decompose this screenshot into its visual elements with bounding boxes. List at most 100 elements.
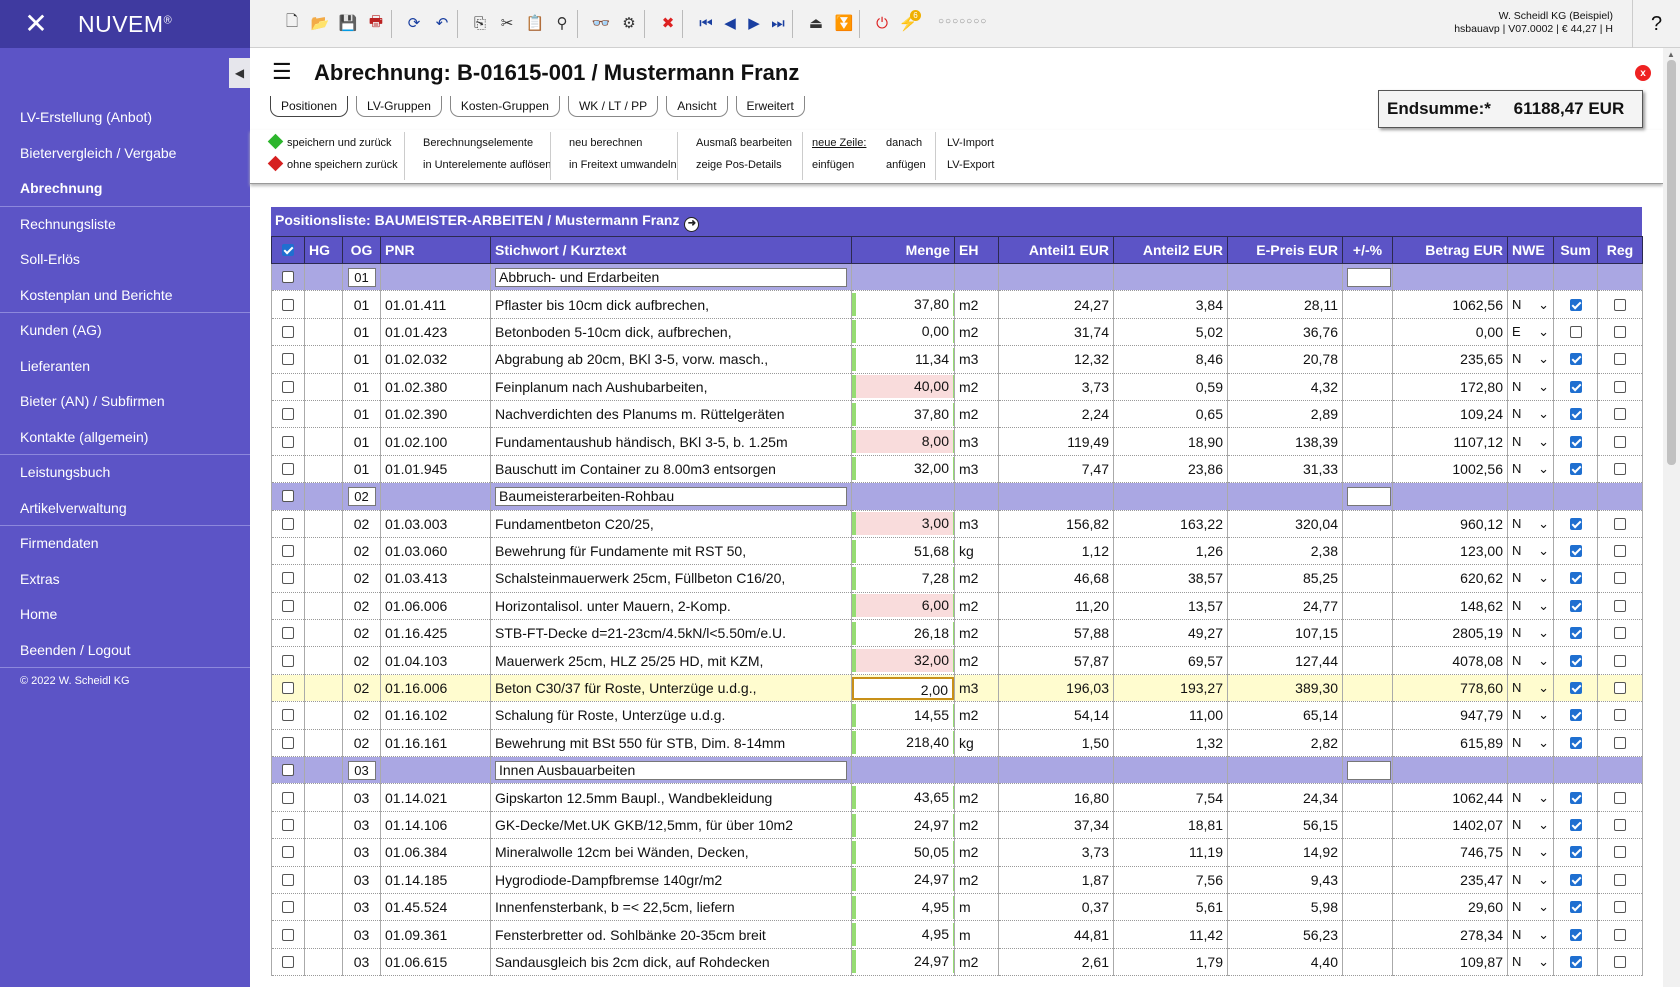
sidebar-item-bieter-an-subfirmen[interactable]: Bieter (AN) / Subfirmen	[0, 384, 250, 420]
nwe-select[interactable]: N ⌄	[1512, 543, 1549, 559]
reg-checkbox[interactable]	[1614, 353, 1626, 366]
menge-input[interactable]: 32,00	[852, 649, 954, 673]
sidebar-item-home[interactable]: Home	[0, 597, 250, 633]
menge-input[interactable]: 4,95	[852, 923, 954, 947]
table-row[interactable]: 01 01.01.945 Bauschutt im Container zu 8.0…	[271, 454, 1643, 484]
reg-checkbox[interactable]	[1614, 545, 1626, 558]
group-title-input[interactable]: Abbruch- und Erdarbeiten	[495, 267, 847, 287]
menge-input[interactable]: 32,00	[852, 457, 954, 481]
table-row[interactable]: 01 01.02.380 Feinplanum nach Aushubarbeite…	[271, 372, 1643, 401]
sidebar-item-leistungsbuch[interactable]: Leistungsbuch	[0, 455, 250, 491]
row-select-checkbox[interactable]	[282, 353, 294, 366]
row-select-checkbox[interactable]	[282, 736, 294, 749]
text-cell[interactable]: GK-Decke/Met.UK GKB/12,5mm, für über 10m…	[490, 810, 852, 840]
page-scrollbar[interactable]: ▲	[1663, 48, 1680, 987]
group-title-input[interactable]: Innen Ausbauarbeiten	[495, 760, 847, 780]
table-row[interactable]: 01 01.01.423 Betonboden 5-10cm dick, aufbr…	[271, 317, 1643, 347]
tab-kosten-gruppen[interactable]: Kosten-Gruppen	[449, 96, 560, 117]
row-select-checkbox[interactable]	[282, 408, 294, 421]
text-cell[interactable]: Fundamentaushub händisch, BKl 3-5, b. 1.…	[490, 427, 852, 456]
reg-checkbox[interactable]	[1614, 654, 1626, 667]
text-cell[interactable]: Bewehrung mit BSt 550 für STB, Dim. 8-14…	[490, 728, 852, 758]
table-row[interactable]: 03 01.14.106 GK-Decke/Met.UK GKB/12,5mm, f…	[271, 810, 1643, 840]
text-cell[interactable]: Schalung für Roste, Unterzüge u.d.g.	[490, 701, 852, 730]
tab-wk-lt-pp[interactable]: WK / LT / PP	[567, 96, 659, 117]
reg-checkbox[interactable]	[1614, 408, 1626, 421]
append-after-action-2[interactable]: anfügen	[886, 154, 926, 176]
lv-import-action[interactable]: LV-Import	[947, 132, 995, 154]
row-select-checkbox[interactable]	[282, 380, 294, 393]
text-cell[interactable]: STB-FT-Decke d=21-23cm/4.5kN/l<5.50m/e.U…	[490, 619, 852, 648]
menge-input[interactable]: 218,40	[852, 731, 954, 755]
sidebar-item-bietervergleich-vergabe[interactable]: Bietervergleich / Vergabe	[0, 136, 250, 172]
table-row[interactable]: 01 01.02.032 Abgrabung ab 20cm, BKl 3-5, v…	[271, 345, 1643, 374]
close-icon[interactable]: x	[1635, 65, 1651, 81]
reg-checkbox[interactable]	[1614, 517, 1626, 530]
column-header-betrag-eur[interactable]: Betrag EUR	[1392, 236, 1508, 264]
table-row[interactable]: 03 01.45.524 Innenfensterbank, b =< 22,5cm…	[271, 892, 1643, 922]
delete-icon[interactable]: ✖	[658, 13, 678, 33]
sum-checkbox[interactable]	[1569, 462, 1582, 475]
sum-checkbox[interactable]	[1569, 873, 1582, 886]
reg-checkbox[interactable]	[1614, 736, 1626, 749]
text-cell[interactable]: Betonboden 5-10cm dick, aufbrechen,	[490, 317, 852, 347]
table-row[interactable]: 03 01.06.384 Mineralwolle 12cm bei Wänden,…	[271, 838, 1643, 867]
reg-checkbox[interactable]	[1614, 325, 1626, 338]
sum-checkbox[interactable]	[1569, 846, 1582, 859]
text-cell[interactable]: Mauerwerk 25cm, HLZ 25/25 HD, mit KZM,	[490, 646, 852, 675]
sum-checkbox[interactable]	[1569, 682, 1582, 695]
sum-checkbox[interactable]	[1569, 654, 1582, 667]
row-select-checkbox[interactable]	[282, 764, 294, 777]
text-cell[interactable]: Bauschutt im Container zu 8.00m3 entsorg…	[490, 454, 852, 484]
table-row[interactable]: 02 01.04.103 Mauerwerk 25cm, HLZ 25/25 HD,…	[271, 646, 1643, 675]
nwe-select[interactable]: N ⌄	[1512, 570, 1549, 586]
reg-checkbox[interactable]	[1614, 435, 1626, 448]
nwe-select[interactable]: N ⌄	[1512, 817, 1549, 833]
text-cell[interactable]: Abgrabung ab 20cm, BKl 3-5, vorw. masch.…	[490, 345, 852, 374]
text-cell[interactable]: Pflaster bis 10cm dick aufbrechen,	[490, 290, 852, 319]
sum-checkbox[interactable]	[1569, 955, 1582, 968]
table-row[interactable]: 02 01.16.006 Beton C30/37 für Roste, Unter…	[271, 673, 1643, 703]
nwe-select[interactable]: N ⌄	[1512, 844, 1549, 860]
reg-checkbox[interactable]	[1614, 709, 1626, 722]
table-row[interactable]: 03 01.14.021 Gipskarton 12.5mm Baupl., Wan…	[271, 783, 1643, 812]
row-select-checkbox[interactable]	[282, 298, 294, 311]
nwe-select[interactable]: N ⌄	[1512, 297, 1549, 313]
reg-checkbox[interactable]	[1614, 873, 1626, 886]
tab-positionen[interactable]: Positionen	[270, 96, 349, 117]
sidebar-item-kostenplan-und-berichte[interactable]: Kostenplan und Berichte	[0, 278, 250, 313]
sum-checkbox[interactable]	[1569, 709, 1582, 722]
nwe-select[interactable]: E ⌄	[1512, 324, 1549, 340]
nwe-select[interactable]: N ⌄	[1512, 351, 1549, 367]
nwe-select[interactable]: N ⌄	[1512, 899, 1549, 915]
show-pos-details-action[interactable]: zeige Pos-Details	[696, 154, 792, 176]
row-select-checkbox[interactable]	[282, 791, 294, 804]
nwe-select[interactable]: N ⌄	[1512, 379, 1549, 395]
text-cell[interactable]: Sandausgleich bis 2cm dick, auf Rohdecke…	[490, 947, 852, 977]
save-icon[interactable]: 💾	[338, 13, 358, 33]
column-header-hg[interactable]: HG	[304, 236, 343, 264]
row-select-checkbox[interactable]	[282, 545, 294, 558]
sidebar-item-firmendaten[interactable]: Firmendaten	[0, 526, 250, 562]
sum-checkbox[interactable]	[1569, 353, 1582, 366]
reg-checkbox[interactable]	[1614, 819, 1626, 831]
sum-checkbox[interactable]	[1569, 572, 1582, 585]
save-back-action[interactable]: speichern und zurück	[267, 132, 398, 154]
reg-checkbox[interactable]	[1614, 627, 1626, 640]
binoculars-icon[interactable]: 👓	[591, 13, 611, 33]
column-header-e-preis-eur[interactable]: E-Preis EUR	[1227, 236, 1343, 264]
column-header-stichwort-kurztext[interactable]: Stichwort / Kurztext	[490, 236, 852, 264]
text-cell[interactable]: Feinplanum nach Aushubarbeiten,	[490, 372, 852, 401]
menge-input[interactable]: 37,80	[852, 402, 954, 426]
table-row[interactable]: 02 01.16.102 Schalung für Roste, Unterzüge…	[271, 701, 1643, 730]
table-row[interactable]: 01 01.01.411 Pflaster bis 10cm dick aufbre…	[271, 290, 1643, 319]
text-cell[interactable]: Horizontalisol. unter Mauern, 2-Komp.	[490, 591, 852, 621]
menge-input[interactable]: 4,95	[852, 895, 954, 919]
sidebar-item-rechnungsliste[interactable]: Rechnungsliste	[0, 207, 250, 243]
nwe-select[interactable]: N ⌄	[1512, 927, 1549, 943]
column-header-pnr[interactable]: PNR	[380, 236, 491, 264]
sidebar-item-beenden-logout[interactable]: Beenden / Logout	[0, 633, 250, 668]
refresh-icon[interactable]: ⟳	[404, 13, 424, 33]
row-select-checkbox[interactable]	[282, 462, 294, 475]
nwe-select[interactable]: N ⌄	[1512, 735, 1549, 751]
